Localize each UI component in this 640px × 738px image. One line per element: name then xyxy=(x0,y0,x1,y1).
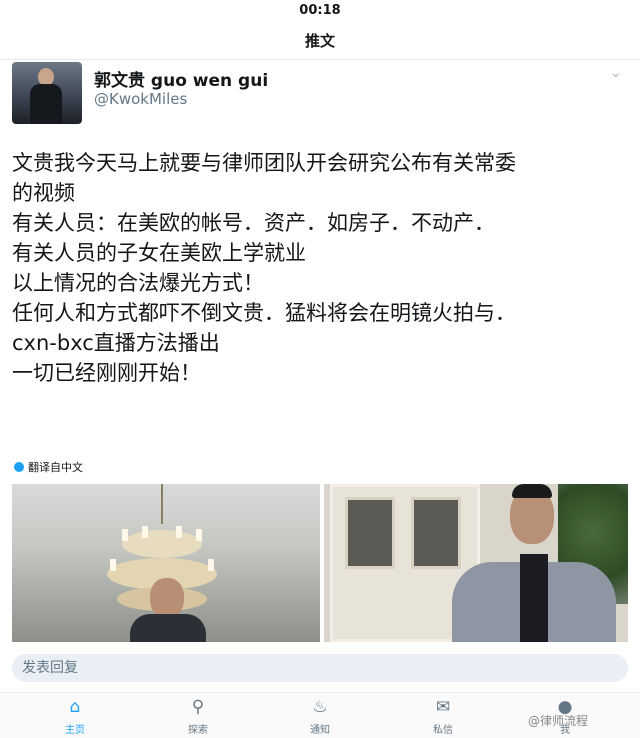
translate-link[interactable]: 翻译自中文 xyxy=(14,459,83,475)
tweet-media xyxy=(12,484,628,642)
tab-explore[interactable]: ⚲ 探索 xyxy=(168,697,228,737)
tweet-line: 有关人员的子女在美欧上学就业 xyxy=(12,241,306,265)
tweet-line: 文贵我今天马上就要与律师团队开会研究公布有关常委 xyxy=(12,151,516,175)
tweet-line: cxn-bxc直播方法播出 xyxy=(12,331,220,355)
author-handle[interactable]: @KwokMiles xyxy=(94,90,187,108)
reply-input[interactable]: 发表回复 xyxy=(12,654,628,682)
watermark: @律师流程 xyxy=(528,714,589,728)
reply-placeholder: 发表回复 xyxy=(22,660,78,676)
author-name[interactable]: 郭文贵 guo wen gui xyxy=(94,66,268,91)
tweet-line: 以上情况的合法爆光方式！ xyxy=(12,271,264,295)
tweet-text: 文贵我今天马上就要与律师团队开会研究公布有关常委 的视频 有关人员：在美欧的帐号… xyxy=(12,148,628,388)
status-time: 00:18 xyxy=(299,3,341,18)
translate-label: 翻译自中文 xyxy=(28,461,83,474)
page-title: 推文 xyxy=(304,32,335,50)
tweet-line: 一切已经刚刚开始！ xyxy=(12,361,201,385)
tab-home[interactable]: ⌂ 主页 xyxy=(45,697,105,737)
media-image-right[interactable] xyxy=(324,484,628,642)
bell-icon: ♨ xyxy=(312,697,328,717)
media-image-left[interactable] xyxy=(12,484,320,642)
avatar[interactable] xyxy=(12,62,82,124)
tweet-line: 有关人员：在美欧的帐号．资产．如房子．不动产． xyxy=(12,211,495,235)
tweet-line: 任何人和方式都吓不倒文贵．猛料将会在明镜火拍与． xyxy=(12,301,516,325)
tab-messages[interactable]: ✉ 私信 xyxy=(413,697,473,737)
nav-bar: 推文 xyxy=(0,22,640,60)
status-bar: 00:18 xyxy=(0,0,640,22)
tab-notifications[interactable]: ♨ 通知 xyxy=(290,697,350,737)
tweet-line: 的视频 xyxy=(12,181,75,205)
chevron-down-icon[interactable]: ⌄ xyxy=(610,66,624,80)
tweet-author: 郭文贵 guo wen gui @KwokMiles ⌄ xyxy=(12,60,628,126)
search-icon: ⚲ xyxy=(191,697,205,717)
globe-icon xyxy=(14,462,24,472)
mail-icon: ✉ xyxy=(435,697,451,717)
home-icon: ⌂ xyxy=(69,697,81,717)
